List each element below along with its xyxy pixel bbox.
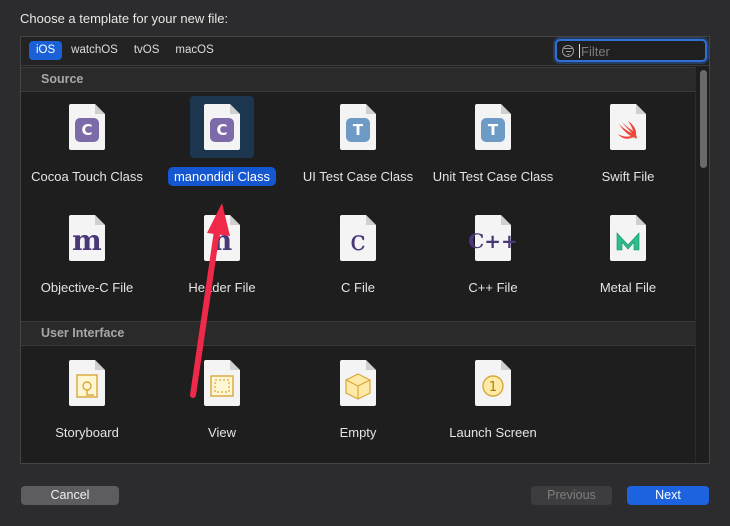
template-label: C File <box>341 280 375 295</box>
template-item-empty[interactable]: Empty <box>293 352 423 457</box>
template-label-selected: manondidi Class <box>157 167 287 186</box>
tab-macos[interactable]: macOS <box>168 41 220 60</box>
template-label: Unit Test Case Class <box>432 169 554 184</box>
template-item-storyboard[interactable]: Storyboard <box>22 352 152 457</box>
section-header-user-interface: User Interface <box>21 321 695 346</box>
objc-file-icon: m <box>55 207 119 269</box>
cpp-file-icon: C++ <box>461 207 525 269</box>
cpp-glyph: C++ <box>468 229 518 253</box>
template-label: C++ File <box>468 280 518 295</box>
header-glyph: h <box>211 224 233 257</box>
template-item-view[interactable]: View <box>157 352 287 457</box>
swift-icon <box>596 96 660 158</box>
template-item-cpp-file[interactable]: C++ C++ File <box>428 207 558 312</box>
test-case-icon: T <box>461 96 525 158</box>
template-item-ui-test-case-class[interactable]: T UI Test Case Class <box>293 96 423 201</box>
launch-screen-icon: 1 <box>461 352 525 414</box>
vertical-scrollbar[interactable] <box>695 67 709 463</box>
section-header-source: Source <box>21 67 695 92</box>
template-label: Cocoa Touch Class <box>31 169 143 184</box>
tab-tvos[interactable]: tvOS <box>127 41 167 60</box>
template-label: Metal File <box>599 280 657 295</box>
objc-glyph: m <box>72 224 102 257</box>
template-label: Header File <box>188 280 256 295</box>
swift-class-icon: C <box>55 96 119 158</box>
template-item-header-file[interactable]: h Header File <box>157 207 287 312</box>
text-caret <box>579 44 580 58</box>
filter-field[interactable] <box>555 39 707 62</box>
template-label: Objective-C File <box>40 280 134 295</box>
dialog-heading: Choose a template for your new file: <box>20 11 229 26</box>
test-badge: T <box>481 118 505 142</box>
selected-label-text: manondidi Class <box>167 167 277 186</box>
tab-watchos[interactable]: watchOS <box>64 41 125 60</box>
platform-tabs: iOS watchOS tvOS macOS <box>29 41 221 60</box>
filter-icon <box>562 45 574 57</box>
template-item-swift-file[interactable]: Swift File <box>563 96 693 201</box>
cancel-button[interactable]: Cancel <box>21 486 119 505</box>
template-label: Empty <box>339 425 377 440</box>
c-glyph: c <box>350 224 366 257</box>
template-item-cocoa-touch-class[interactable]: C Cocoa Touch Class <box>22 96 152 201</box>
header-file-icon: h <box>190 207 254 269</box>
swift-class-icon: C <box>190 96 254 158</box>
template-item-metal-file[interactable]: Metal File <box>563 207 693 312</box>
template-item-launch-screen[interactable]: 1 Launch Screen <box>428 352 558 457</box>
c-file-icon: c <box>326 207 390 269</box>
filter-input[interactable] <box>581 42 701 60</box>
template-item-objective-c-file[interactable]: m Objective-C File <box>22 207 152 312</box>
template-item-c-file[interactable]: c C File <box>293 207 423 312</box>
empty-icon <box>326 352 390 414</box>
template-label: Storyboard <box>55 425 119 440</box>
metal-file-icon <box>596 207 660 269</box>
test-badge: T <box>346 118 370 142</box>
scrollbar-thumb[interactable] <box>700 70 707 168</box>
template-item-unit-test-case-class[interactable]: T Unit Test Case Class <box>428 96 558 201</box>
platform-bar: iOS watchOS tvOS macOS <box>21 37 709 66</box>
test-case-icon: T <box>326 96 390 158</box>
template-label: Swift File <box>601 169 655 184</box>
template-panel: iOS watchOS tvOS macOS Source C Cocoa To… <box>20 36 710 464</box>
tab-ios[interactable]: iOS <box>29 41 63 60</box>
template-label: View <box>208 425 236 440</box>
class-badge: C <box>75 118 99 142</box>
previous-button[interactable]: Previous <box>531 486 612 505</box>
template-label: Launch Screen <box>449 425 537 440</box>
template-list: Source C Cocoa Touch Class C manondidi C… <box>21 67 695 463</box>
template-label: UI Test Case Class <box>302 169 414 184</box>
launch-glyph: 1 <box>489 380 497 395</box>
class-badge: C <box>210 118 234 142</box>
template-item-manondidi-class[interactable]: C manondidi Class <box>157 96 287 201</box>
view-icon <box>190 352 254 414</box>
next-button[interactable]: Next <box>627 486 709 505</box>
storyboard-icon <box>55 352 119 414</box>
